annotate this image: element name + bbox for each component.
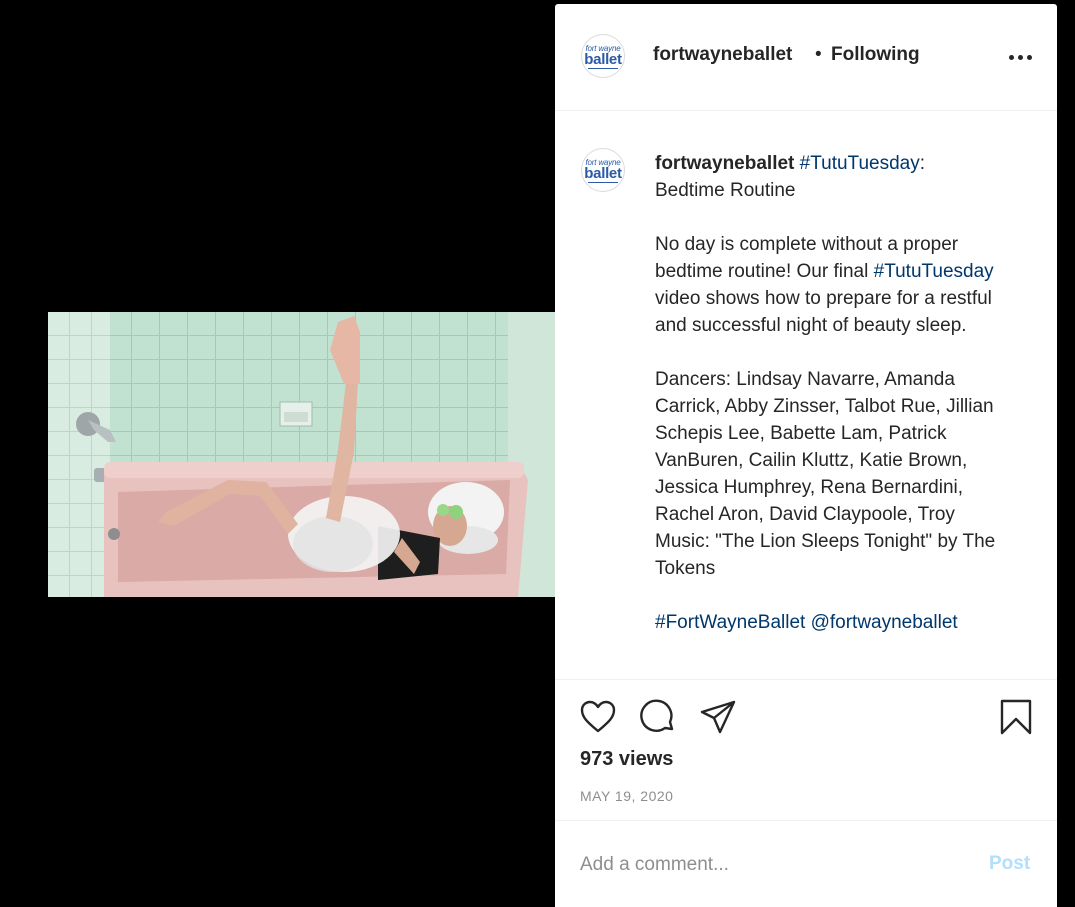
views-count[interactable]: 973 views [580,748,673,771]
caption-username-link[interactable]: fortwayneballet [655,153,794,174]
hashtag-link[interactable]: #TutuTuesday [874,261,994,282]
caption-avatar[interactable]: fort wayne ballet [581,148,625,192]
comment-icon[interactable] [639,698,677,736]
comment-input[interactable] [580,851,960,879]
comment-bar: Post [555,820,1057,907]
avatar-text-main: ballet [584,165,622,182]
video-frame-illustration [48,312,555,597]
avatar-text-main: ballet [584,51,622,68]
heart-icon[interactable] [579,698,617,736]
avatar-underline [588,182,618,183]
header-username-link[interactable]: fortwayneballet [653,44,792,66]
paper-plane-icon[interactable] [699,698,737,736]
dot-1 [1009,55,1014,60]
post-video[interactable] [48,312,555,597]
following-button[interactable]: Following [831,44,920,66]
dot-3 [1027,55,1032,60]
hashtag-mention-links[interactable]: #FortWayneBallet @fortwayneballet [655,612,958,633]
caption-scroll-area[interactable]: fort wayne ballet fortwayneballet #TutuT… [555,111,1057,679]
post-modal: fort wayne ballet fortwayneballet • Foll… [0,0,1075,907]
dot-2 [1018,55,1023,60]
hashtag-link[interactable]: #TutuTuesday [800,153,920,174]
avatar-underline [588,68,618,69]
post-button[interactable]: Post [989,853,1030,875]
post-date[interactable]: MAY 19, 2020 [580,788,673,804]
avatar[interactable]: fort wayne ballet [581,34,625,78]
post-details-panel: fort wayne ballet fortwayneballet • Foll… [555,4,1057,907]
bookmark-icon[interactable] [997,698,1035,736]
post-header: fort wayne ballet fortwayneballet • Foll… [555,4,1057,111]
action-bar: 973 views MAY 19, 2020 [555,679,1057,821]
caption-text: fortwayneballet #TutuTuesday: Bedtime Ro… [655,150,1005,636]
caption-body: video shows how to prepare for a restful… [655,288,996,579]
separator-dot: • [815,44,822,65]
more-options-icon[interactable] [1007,46,1035,66]
